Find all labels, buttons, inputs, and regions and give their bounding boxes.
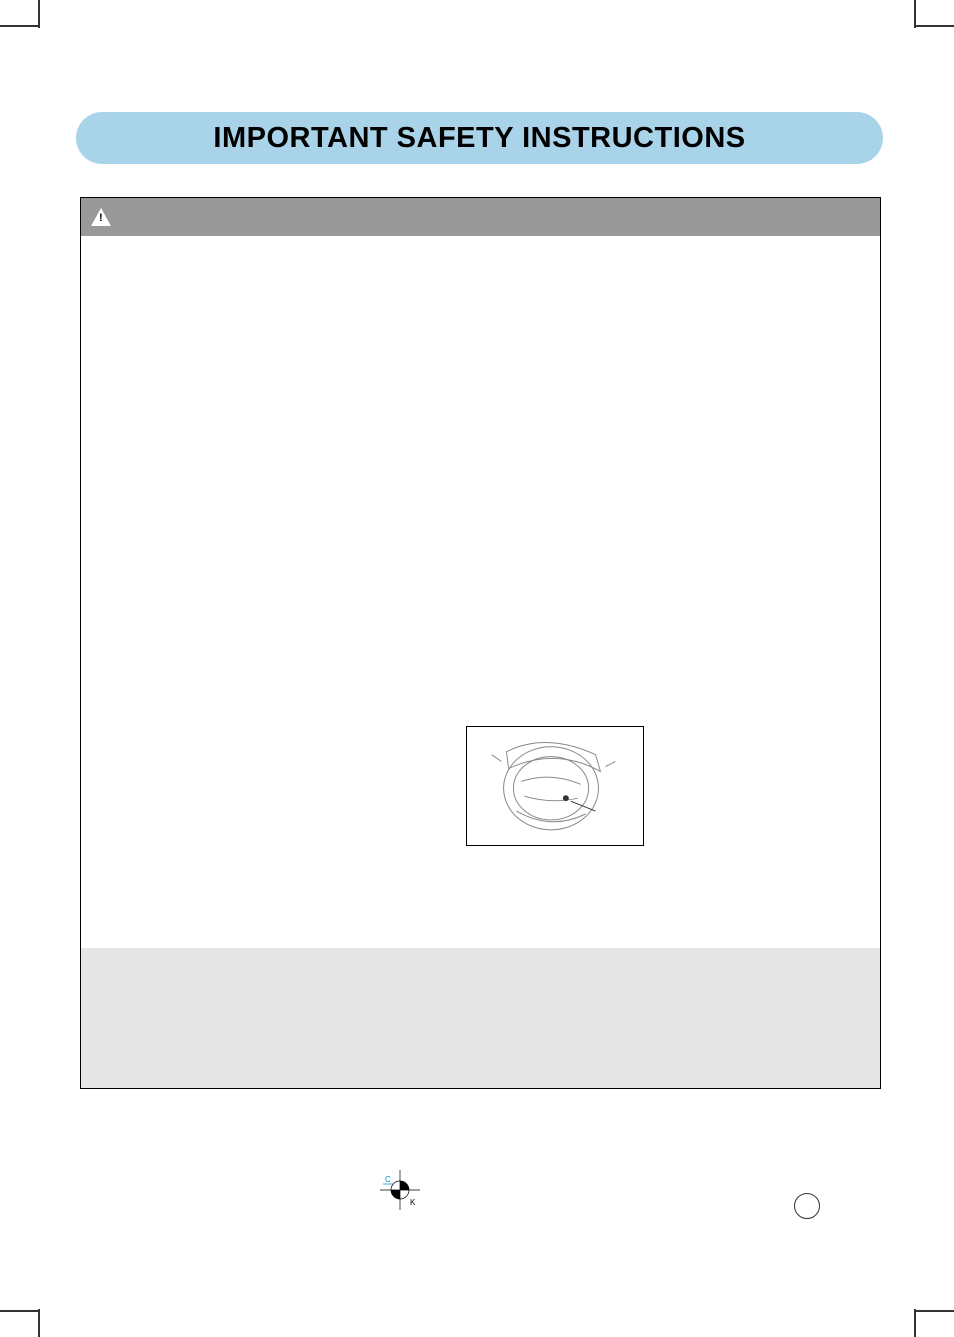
appliance-illustration (467, 727, 643, 846)
footer-section (81, 948, 880, 1088)
title-bar: IMPORTANT SAFETY INSTRUCTIONS (76, 112, 883, 164)
crop-mark (0, 25, 38, 27)
product-diagram (466, 726, 644, 846)
content-box (80, 197, 881, 1089)
crop-mark (0, 1310, 38, 1312)
svg-text:K: K (410, 1198, 416, 1207)
crop-mark (916, 1310, 954, 1312)
crop-mark (38, 1309, 40, 1337)
crop-mark (914, 1309, 916, 1337)
page-title: IMPORTANT SAFETY INSTRUCTIONS (213, 122, 745, 155)
registration-mark: C K (380, 1170, 420, 1210)
svg-text:C: C (385, 1175, 391, 1184)
page-number-circle (794, 1193, 820, 1219)
main-content-area (81, 236, 880, 950)
crop-mark (38, 0, 40, 28)
warning-bar (81, 198, 880, 236)
crop-mark (916, 25, 954, 27)
warning-icon (91, 208, 111, 226)
crop-mark (914, 0, 916, 28)
